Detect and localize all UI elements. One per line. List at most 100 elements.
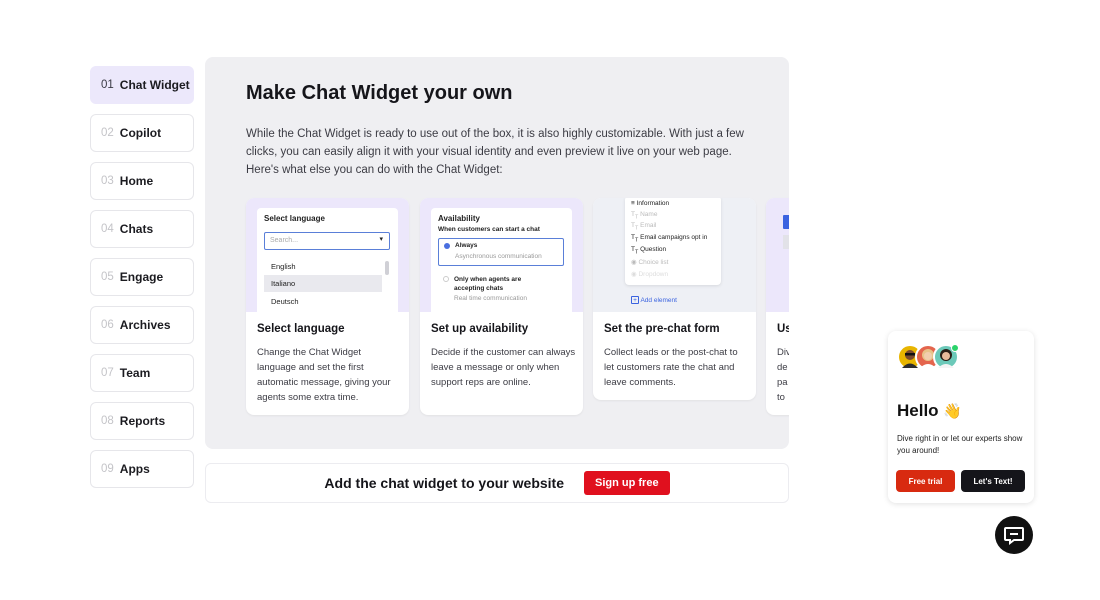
form-field-label: Dropdown	[638, 271, 669, 278]
online-status-icon	[951, 344, 959, 352]
form-field-label: Name	[640, 211, 658, 218]
nav-item-label: Archives	[119, 318, 171, 332]
nav-item-number: 01	[101, 79, 114, 91]
chat-bubble-icon	[1004, 527, 1024, 545]
nav-item-number: 03	[101, 175, 114, 187]
form-field: ≡ Information	[631, 200, 669, 207]
radio-icon	[443, 276, 449, 282]
card-description: Change the Chat Widget language and set …	[257, 347, 391, 403]
nav-item-number: 04	[101, 223, 114, 235]
lines-icon: ≡	[631, 200, 635, 207]
cta-text: Add the chat widget to your website	[324, 475, 564, 491]
nav-item-label: Home	[119, 174, 154, 188]
free-trial-button[interactable]: Free trial	[896, 470, 955, 492]
nav-item-chat-widget[interactable]: 01 Chat Widget	[90, 66, 194, 104]
greeting-text: Hello	[897, 401, 939, 420]
chevron-down-icon: ▾	[379, 236, 383, 243]
nav-item-label: Copilot	[119, 126, 162, 140]
radio-selected-icon	[444, 243, 450, 249]
radio-icon: ◉	[631, 259, 637, 266]
availability-mock: Availability When customers can start a …	[431, 208, 572, 312]
feature-card-language[interactable]: Select language Search... ▾ English Ital…	[246, 198, 409, 415]
nav-item-label: Chat Widget	[119, 78, 190, 92]
language-search-input[interactable]: Search... ▾	[264, 232, 390, 250]
intro-text: While the Chat Widget is ready to use ou…	[246, 128, 744, 176]
card-description: Collect leads or the post-chat to let cu…	[604, 347, 738, 388]
option-label: Always	[455, 242, 478, 249]
feature-card-prechat[interactable]: ≡ Information TT Name TT Email TT Email …	[593, 198, 756, 400]
nav-item-reports[interactable]: 08 Reports	[90, 402, 194, 440]
card-preview: Select language Search... ▾ English Ital…	[246, 198, 409, 312]
form-field-label: Information	[636, 200, 670, 207]
form-field-label: Email campaigns opt in	[640, 234, 708, 241]
card-preview	[766, 198, 789, 312]
nav-item-engage[interactable]: 05 Engage	[90, 258, 194, 296]
nav-item-number: 02	[101, 127, 114, 139]
cta-bar: Add the chat widget to your website Sign…	[205, 463, 789, 503]
add-element-label: Add element	[640, 297, 677, 304]
language-option-selected[interactable]: Italiano	[264, 275, 382, 292]
sign-up-button[interactable]: Sign up free	[584, 471, 670, 495]
form-field-label: Question	[640, 246, 667, 253]
page-title: Make Chat Widget your own	[246, 82, 513, 104]
availability-subheading: When customers can start a chat	[438, 226, 540, 233]
preview-placeholder-block	[783, 235, 789, 249]
greeting-message: Dive right in or let our experts show yo…	[897, 434, 1023, 455]
nav-item-home[interactable]: 03 Home	[90, 162, 194, 200]
form-field: ◉ Dropdown	[631, 270, 668, 278]
availability-option-agents[interactable]: Only when agents are accepting chats Rea…	[438, 272, 564, 308]
nav-item-label: Apps	[119, 462, 150, 476]
nav-item-label: Chats	[119, 222, 154, 236]
card-title: Us	[777, 323, 789, 335]
option-sublabel: Real time communication	[454, 295, 527, 302]
card-description: Div de pa to	[777, 347, 789, 403]
chat-launcher-button[interactable]	[995, 516, 1033, 554]
form-field: TT Question	[631, 246, 667, 256]
nav-item-number: 07	[101, 367, 114, 379]
language-option[interactable]: English	[264, 258, 382, 274]
form-field: TT Email	[631, 222, 657, 232]
nav-item-chats[interactable]: 04 Chats	[90, 210, 194, 248]
language-option[interactable]: Deutsch	[264, 293, 382, 309]
preview-accent-block	[783, 215, 789, 229]
card-title: Set up availability	[431, 323, 529, 335]
feature-card-partial[interactable]: Us Div de pa to	[766, 198, 789, 415]
language-mock-heading: Select language	[264, 214, 325, 223]
avatar	[933, 344, 959, 370]
nav-item-label: Reports	[119, 414, 166, 428]
nav-item-label: Engage	[119, 270, 164, 284]
nav-item-archives[interactable]: 06 Archives	[90, 306, 194, 344]
feature-card-availability[interactable]: Availability When customers can start a …	[420, 198, 583, 415]
form-field: TT Name	[631, 211, 658, 221]
card-preview: ≡ Information TT Name TT Email TT Email …	[593, 198, 756, 312]
nav-item-label: Team	[119, 366, 151, 380]
nav-item-copilot[interactable]: 02 Copilot	[90, 114, 194, 152]
nav-item-number: 08	[101, 415, 114, 427]
language-mock: Select language Search... ▾ English Ital…	[257, 208, 398, 312]
prechat-mock: ≡ Information TT Name TT Email TT Email …	[625, 198, 721, 285]
nav-item-number: 05	[101, 271, 114, 283]
form-field: TT Email campaigns opt in	[631, 234, 708, 244]
plus-icon: +	[631, 296, 639, 304]
lets-text-button[interactable]: Let's Text!	[961, 470, 1025, 492]
agent-avatars	[897, 344, 959, 370]
language-search-placeholder: Search...	[270, 237, 299, 244]
form-field-label: Email	[640, 222, 657, 229]
card-title: Set the pre-chat form	[604, 323, 720, 335]
greeting-title: Hello 👋	[897, 401, 962, 421]
section-nav: 01 Chat Widget 02 Copilot 03 Home 04 Chats 0…	[90, 66, 194, 498]
radio-icon: ◉	[631, 271, 637, 278]
nav-item-team[interactable]: 07 Team	[90, 354, 194, 392]
nav-item-number: 09	[101, 463, 114, 475]
form-field-label: Choice list	[638, 259, 669, 266]
nav-item-number: 06	[101, 319, 114, 331]
availability-heading: Availability	[438, 214, 480, 223]
scrollbar[interactable]	[385, 261, 389, 275]
nav-item-apps[interactable]: 09 Apps	[90, 450, 194, 488]
availability-option-always[interactable]: Always Asynchronous communication	[438, 238, 564, 266]
card-title: Select language	[257, 323, 345, 335]
card-preview: Availability When customers can start a …	[420, 198, 583, 312]
waving-hand-icon: 👋	[943, 403, 962, 420]
option-label: Only when agents are accepting chats	[454, 276, 522, 292]
add-element-button[interactable]: + Add element	[631, 296, 677, 304]
